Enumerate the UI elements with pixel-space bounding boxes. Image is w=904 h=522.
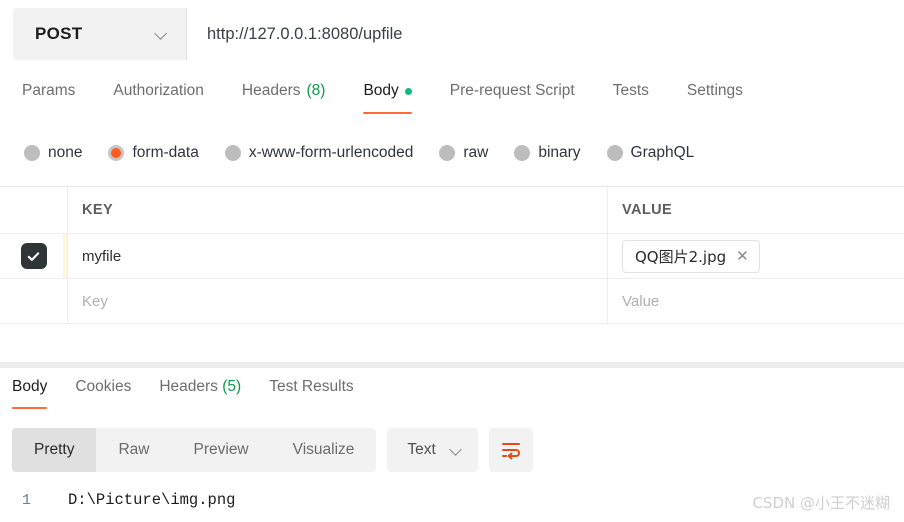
request-tabs: Params Authorization Headers (8) Body Pr… [0,80,904,125]
response-tab-test-results-label: Test Results [269,378,354,395]
radio-raw[interactable]: raw [439,144,488,162]
radio-form-data[interactable]: form-data [108,144,199,162]
row-key-value: myfile [82,247,122,265]
radio-graphql[interactable]: GraphQL [606,144,695,162]
http-method-label: POST [35,24,83,43]
row-key-cell-empty[interactable]: Key [68,279,608,323]
radio-binary-label: binary [538,144,581,161]
radio-raw-label: raw [463,144,489,161]
form-data-table: KEY VALUE myfile QQ图片2.jpg ✕ Key Value [0,186,904,324]
tab-body[interactable]: Body [363,80,413,114]
row-value-cell-empty[interactable]: Value [608,279,904,323]
row-key-cell[interactable]: myfile [68,234,608,278]
radio-graphql-icon [606,145,623,161]
radio-x-www-form-urlencoded-icon [224,145,241,161]
response-format-select[interactable]: Text [387,428,478,472]
body-type-radio-group: none form-data x-www-form-urlencoded raw… [0,136,904,170]
url-input[interactable]: http://127.0.0.1:8080/upfile [186,8,891,60]
response-tab-body[interactable]: Body [12,376,48,409]
response-tab-test-results[interactable]: Test Results [269,376,353,409]
radio-none-icon [24,145,40,161]
header-key-label: KEY [82,202,114,218]
tab-headers[interactable]: Headers (8) [242,80,326,114]
response-tab-cookies-label: Cookies [75,378,132,395]
row-key-placeholder: Key [82,292,108,310]
response-tab-headers-count: (5) [222,378,242,395]
response-tab-cookies[interactable]: Cookies [75,376,131,409]
table-header-row: KEY VALUE [0,187,904,233]
wrap-text-button[interactable] [488,428,533,472]
chevron-down-icon [450,444,463,457]
chevron-down-icon [155,28,168,41]
view-mode-visualize-label: Visualize [292,441,355,458]
watermark: CSDN @小王不迷糊 [752,494,890,512]
table-row: Key Value [0,278,904,323]
tab-body-label: Body [363,82,399,99]
view-mode-raw[interactable]: Raw [96,428,171,472]
header-cell-checkbox [0,187,68,233]
file-chip-name: QQ图片2.jpg [635,247,727,266]
row-value-placeholder: Value [622,292,660,310]
body-modified-dot-icon [404,87,412,95]
response-view-mode-group: Pretty Raw Preview Visualize [12,428,377,472]
header-cell-key: KEY [68,187,608,233]
url-bar: POST http://127.0.0.1:8080/upfile [13,8,891,60]
tab-tests[interactable]: Tests [613,80,649,114]
file-chip[interactable]: QQ图片2.jpg ✕ [622,239,760,273]
tab-settings[interactable]: Settings [687,80,743,114]
response-toolbar: Pretty Raw Preview Visualize Text [12,428,533,472]
wrap-text-icon [501,443,520,460]
radio-binary-icon [514,145,531,161]
radio-none-label: none [48,144,83,161]
view-mode-visualize[interactable]: Visualize [271,428,377,472]
row-checkbox[interactable] [20,243,47,269]
tab-pre-request-script[interactable]: Pre-request Script [450,80,575,114]
radio-form-data-label: form-data [132,144,199,161]
radio-raw-icon [439,145,456,161]
table-row: myfile QQ图片2.jpg ✕ [0,233,904,278]
row-active-indicator [63,234,67,278]
header-value-label: VALUE [622,202,673,218]
tab-authorization-label: Authorization [113,82,204,99]
postman-window: POST http://127.0.0.1:8080/upfile Params… [0,0,904,522]
row-checkbox-cell-empty [0,279,68,323]
tab-headers-label: Headers [241,82,301,99]
line-number: 1 [22,492,32,509]
view-mode-pretty[interactable]: Pretty [12,428,97,472]
row-checkbox-cell [0,234,68,278]
header-cell-value: VALUE [608,187,904,233]
response-format-label: Text [407,441,436,458]
section-divider[interactable] [0,362,904,368]
response-tab-headers[interactable]: Headers (5) [159,376,241,409]
radio-x-www-form-urlencoded[interactable]: x-www-form-urlencoded [224,144,414,162]
radio-binary[interactable]: binary [514,144,581,162]
view-mode-pretty-label: Pretty [34,441,75,458]
url-value: http://127.0.0.1:8080/upfile [207,24,403,43]
view-mode-preview-label: Preview [193,441,249,458]
radio-form-data-icon [108,145,125,161]
tab-params[interactable]: Params [22,80,75,114]
response-body-line: D:\Picture\img.png [68,491,236,509]
view-mode-raw-label: Raw [118,441,150,458]
radio-graphql-label: GraphQL [630,144,695,161]
tab-params-label: Params [22,82,76,99]
tab-settings-label: Settings [686,82,743,99]
view-mode-preview[interactable]: Preview [172,428,271,472]
radio-none[interactable]: none [24,144,82,162]
tab-tests-label: Tests [612,82,649,99]
response-tab-headers-label: Headers [159,378,218,395]
row-value-cell[interactable]: QQ图片2.jpg ✕ [608,234,904,278]
http-method-select[interactable]: POST [13,8,186,60]
tab-authorization[interactable]: Authorization [113,80,203,114]
tab-headers-count: (8) [306,82,326,99]
close-icon[interactable]: ✕ [736,249,749,264]
radio-x-www-form-urlencoded-label: x-www-form-urlencoded [248,144,414,161]
response-tabs: Body Cookies Headers (5) Test Results [0,376,904,416]
tab-pre-request-script-label: Pre-request Script [449,82,575,99]
response-tab-body-label: Body [12,378,48,395]
